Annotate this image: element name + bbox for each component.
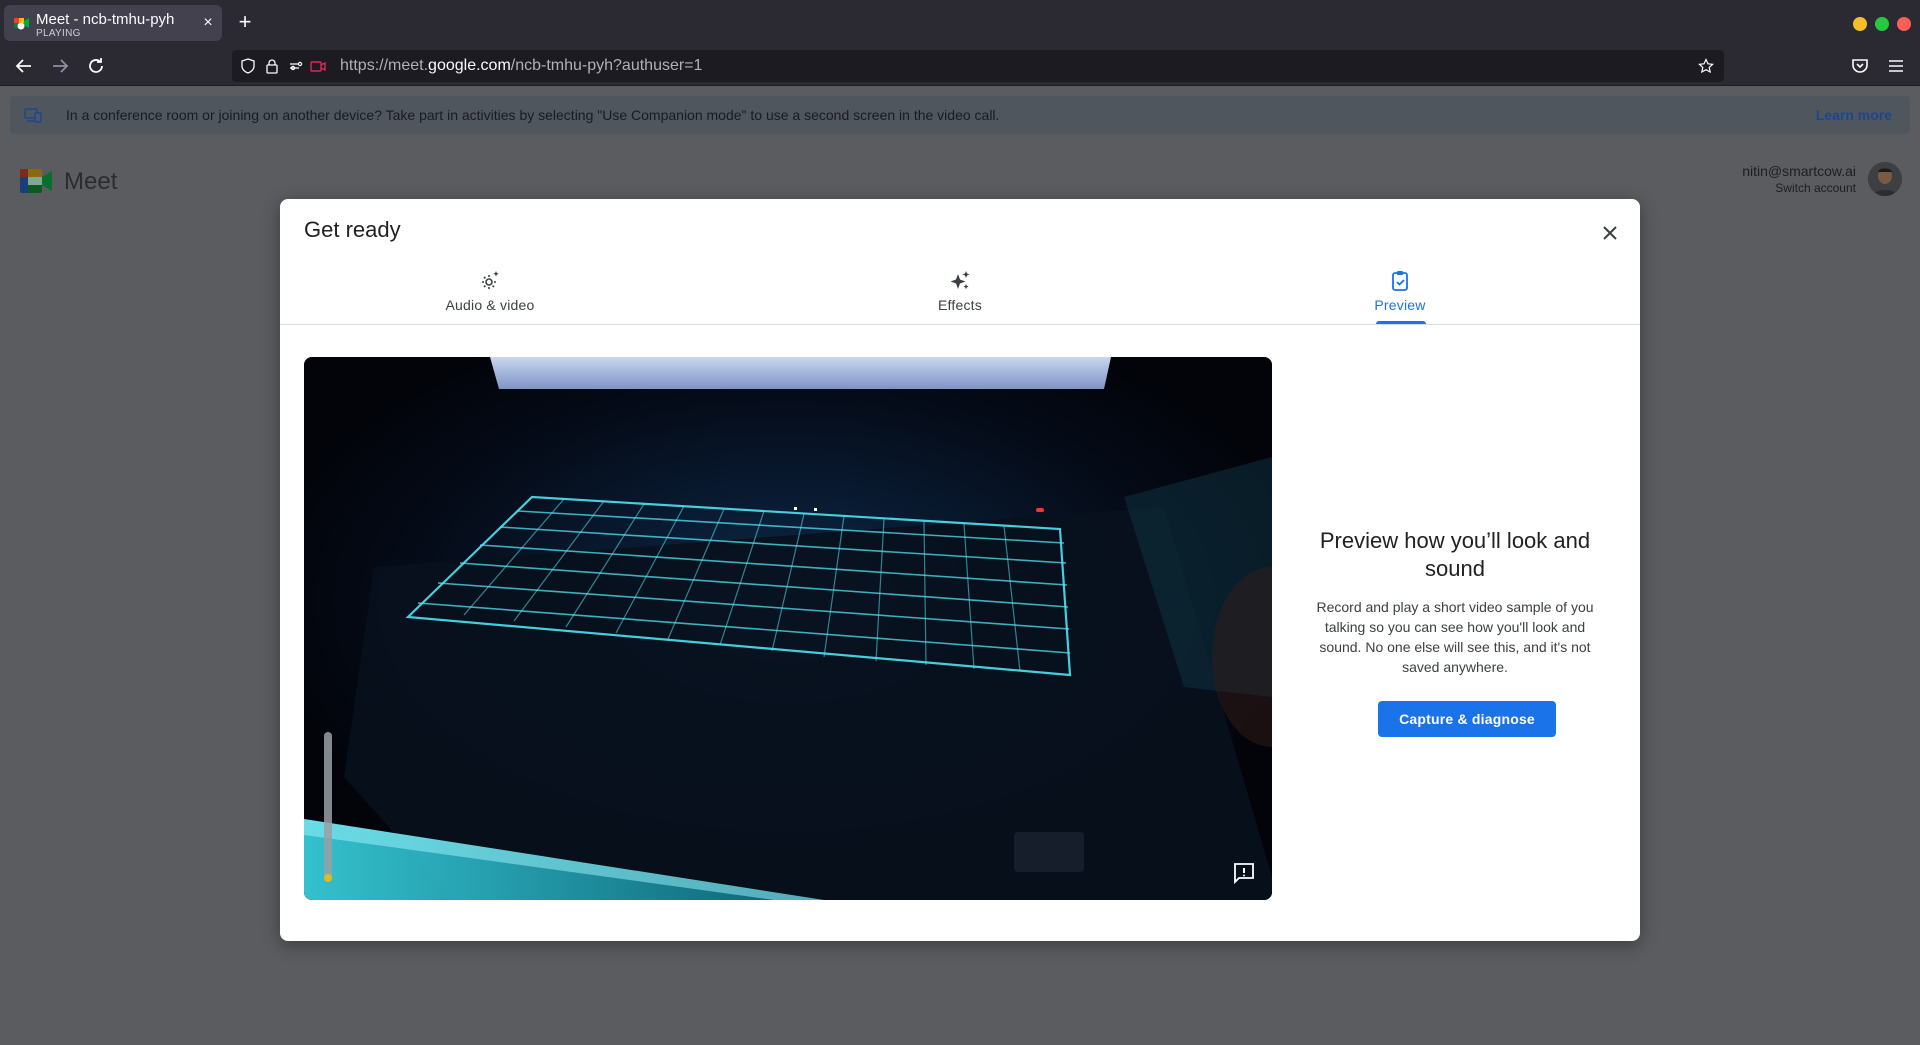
close-icon[interactable] [1596, 219, 1624, 247]
window-minimize-button[interactable] [1853, 17, 1867, 31]
camera-sharing-icon[interactable] [310, 58, 326, 74]
microphone-level-meter [324, 732, 332, 882]
tab-effects-label: Effects [938, 297, 982, 313]
dialog-title: Get ready [304, 217, 401, 242]
account-email: nitin@smartcow.ai [1742, 163, 1856, 179]
preview-description: Record and play a short video sample of … [1316, 599, 1594, 675]
tab-effects[interactable]: Effects [750, 263, 1170, 325]
forward-arrow-icon[interactable] [48, 54, 72, 78]
tab-title: Meet - ncb-tmhu-pyh [36, 11, 175, 28]
get-ready-dialog: Get ready Audio & video Effects Preview … [280, 199, 1640, 941]
browser-tab[interactable]: Meet - ncb-tmhu-pyh PLAYING × [4, 5, 222, 41]
learn-more-link[interactable]: Learn more [1816, 107, 1892, 123]
tab-playing-label: PLAYING [36, 28, 81, 39]
new-tab-icon[interactable]: + [234, 11, 256, 33]
meet-favicon-icon [14, 18, 29, 30]
avatar[interactable] [1868, 162, 1902, 196]
bookmark-star-icon[interactable] [1698, 58, 1714, 74]
address-bar[interactable]: https://meet.google.com/ncb-tmhu-pyh?aut… [232, 50, 1724, 82]
sparkle-icon [950, 271, 970, 290]
camera-feed-image [304, 357, 1272, 900]
meet-product-name: Meet [64, 168, 118, 195]
companion-device-icon [24, 108, 42, 123]
preview-title: Preview how you’ll look and sound [1319, 528, 1591, 581]
companion-mode-banner: In a conference room or joining on anoth… [10, 96, 1910, 134]
capture-diagnose-button[interactable]: Capture & diagnose [1378, 701, 1556, 737]
tab-audio-video-label: Audio & video [445, 297, 535, 313]
tab-audio-video[interactable]: Audio & video [280, 263, 700, 325]
pocket-icon[interactable] [1848, 54, 1872, 78]
browser-tab-bar: Meet - ncb-tmhu-pyh PLAYING × + [0, 0, 1920, 46]
camera-preview [304, 357, 1272, 900]
meet-logo-icon [20, 169, 52, 193]
active-tab-indicator [1376, 321, 1426, 324]
shield-icon[interactable] [240, 58, 256, 74]
switch-account-link[interactable]: Switch account [1775, 181, 1856, 195]
lock-icon[interactable] [264, 58, 280, 74]
clipboard-check-icon [1392, 271, 1408, 291]
dialog-tabs: Audio & video Effects Preview [280, 263, 1640, 325]
window-close-button[interactable] [1897, 17, 1911, 31]
microphone-level-fill [324, 874, 332, 882]
reload-icon[interactable] [84, 54, 108, 78]
tab-close-icon[interactable]: × [200, 15, 216, 31]
banner-text: In a conference room or joining on anoth… [66, 107, 1000, 123]
tab-preview-label: Preview [1374, 297, 1426, 313]
menu-hamburger-icon[interactable] [1884, 54, 1908, 78]
url-text: https://meet.google.com/ncb-tmhu-pyh?aut… [340, 57, 703, 74]
window-maximize-button[interactable] [1875, 17, 1889, 31]
settings-sparkle-icon [482, 271, 499, 289]
preview-panel: Preview how you’ll look and sound Record… [1290, 357, 1620, 900]
permissions-icon[interactable] [288, 58, 304, 74]
tab-preview[interactable]: Preview [1190, 263, 1610, 325]
browser-nav-bar: https://meet.google.com/ncb-tmhu-pyh?aut… [0, 46, 1920, 86]
back-arrow-icon[interactable] [12, 54, 36, 78]
report-problem-icon[interactable] [1232, 861, 1256, 885]
